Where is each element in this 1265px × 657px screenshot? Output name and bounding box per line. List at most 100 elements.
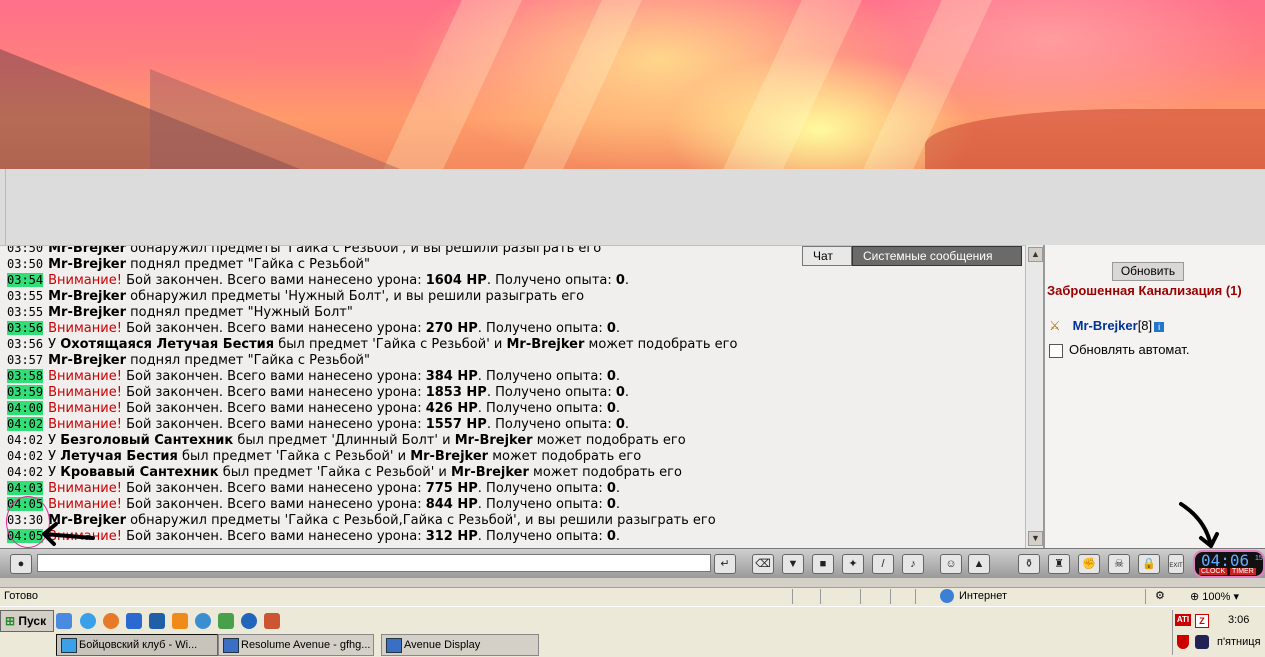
chat-timestamp[interactable]: 04:02 (7, 465, 43, 479)
chat-bold-text[interactable]: Mr-Brejker (451, 465, 529, 480)
status-separator (1145, 589, 1146, 604)
chat-bold-text[interactable]: Летучая Бестия (60, 449, 178, 464)
chat-input[interactable] (37, 554, 711, 572)
fight-icon[interactable]: ✊ (1078, 554, 1100, 574)
chat-bold-text[interactable]: 0 (607, 481, 616, 496)
banner-image (0, 0, 1265, 169)
chat-bold-text[interactable]: Mr-Brejker (48, 257, 126, 272)
chat-scrollbar[interactable]: ▲ ▼ (1025, 245, 1043, 548)
show-desktop-icon[interactable] (56, 613, 72, 629)
network-app-icon[interactable] (149, 613, 165, 629)
clear-icon[interactable]: ⌫ (752, 554, 774, 574)
chat-timestamp[interactable]: 03:57 (7, 353, 43, 367)
chat-bold-text[interactable]: Mr-Brejker (48, 289, 126, 304)
task-browser[interactable]: Бойцовский клуб - Wi... (56, 634, 218, 656)
chat-bold-text[interactable]: Mr-Brejker (48, 246, 126, 256)
smile-menu-icon[interactable]: ● (10, 554, 32, 574)
chat-bold-text[interactable]: 0 (616, 273, 625, 288)
player-nick[interactable]: Mr-Brejker (1073, 318, 1138, 333)
save-icon[interactable]: ■ (812, 554, 834, 574)
chat-bold-text: 312 HP (425, 529, 478, 544)
sound-icon[interactable]: ♪ (902, 554, 924, 574)
clock-tab[interactable]: CLOCK (1199, 568, 1228, 575)
exit-icon[interactable]: EXIT (1168, 554, 1184, 574)
chat-timestamp[interactable]: 03:50 (7, 257, 43, 271)
shield-tray-icon[interactable] (1177, 635, 1189, 649)
display-tray-icon[interactable] (1195, 635, 1209, 649)
chat-bold-text[interactable]: Безголовый Сантехник (60, 433, 233, 448)
chat-bold-text[interactable]: 0 (607, 369, 616, 384)
tab-system-messages[interactable]: Системные сообщения (852, 246, 1022, 266)
chat-bold-text[interactable]: 0 (616, 385, 625, 400)
chat-timestamp[interactable]: 03:50 (7, 246, 43, 255)
chat-bold-text[interactable]: Охотящаяся Летучая Бестия (60, 337, 274, 352)
security-icon[interactable]: ⚙ (1155, 589, 1165, 602)
ati-tray-icon[interactable]: ATI (1175, 614, 1191, 626)
chat-bold-text[interactable]: 0 (607, 497, 616, 512)
refresh-button[interactable]: Обновить (1112, 262, 1184, 281)
start-button[interactable]: ⊞ Пуск (0, 610, 54, 632)
chat-bold-text[interactable]: 0 (616, 417, 625, 432)
firefox-icon[interactable] (103, 613, 119, 629)
auto-refresh-checkbox[interactable] (1049, 343, 1063, 358)
timer-tab[interactable]: TIMER (1230, 568, 1256, 575)
chat-timestamp[interactable]: 03:58 (7, 369, 44, 383)
task-avenue-display[interactable]: Avenue Display (381, 634, 539, 656)
translit-icon[interactable]: / (872, 554, 894, 574)
filter-icon[interactable]: ▼ (782, 554, 804, 574)
auto-refresh[interactable]: Обновлять автомат. (1049, 342, 1189, 358)
chat-bold-text: 1557 HP (425, 417, 487, 432)
chat-timestamp[interactable]: 03:59 (7, 385, 44, 399)
lock-icon[interactable]: 🔒 (1138, 554, 1160, 574)
tab-chat[interactable]: Чат (802, 246, 852, 266)
inventory-icon[interactable]: ♜ (1048, 554, 1070, 574)
chat-timestamp[interactable]: 04:03 (7, 481, 44, 495)
chat-timestamp[interactable]: 04:00 (7, 401, 44, 415)
scroll-up-icon[interactable]: ▲ (1028, 247, 1043, 262)
vlc-icon[interactable] (172, 613, 188, 629)
chat-timestamp[interactable]: 03:56 (7, 321, 44, 335)
scroll-down-icon[interactable]: ▼ (1028, 531, 1043, 546)
bottle-icon[interactable]: ⚱ (1018, 554, 1040, 574)
chat-bold-text[interactable]: Mr-Brejker (455, 433, 533, 448)
screenshot-app-icon[interactable] (218, 613, 234, 629)
chat-timestamp[interactable]: 03:55 (7, 305, 43, 319)
chat-timestamp[interactable]: 03:56 (7, 337, 43, 351)
attack-icon[interactable]: ⚔ (1049, 318, 1061, 333)
chat-bold-text[interactable]: Кровавый Сантехник (60, 465, 218, 480)
task-resolume[interactable]: Resolume Avenue - gfhg... (218, 634, 374, 656)
clock-app-icon[interactable] (195, 613, 211, 629)
tray-day: п'ятниця (1217, 636, 1261, 648)
player-entry[interactable]: ⚔ Mr-Brejker[8] i (1049, 318, 1165, 334)
skull-icon[interactable]: ☠ (1108, 554, 1130, 574)
extra-app-icon[interactable] (264, 613, 280, 629)
clock-widget[interactable]: 04:06 15 CLOCK TIMER (1193, 550, 1265, 578)
helmet-icon[interactable]: ▲ (968, 554, 990, 574)
chat-bold-text[interactable]: Mr-Brejker (410, 449, 488, 464)
zoom-control[interactable]: ⊕ 100% ▾ (1190, 590, 1239, 603)
z-app-icon[interactable] (126, 613, 142, 629)
ie-icon[interactable] (80, 613, 96, 629)
info-icon[interactable]: i (1154, 322, 1165, 332)
smiley-icon[interactable]: ☺ (940, 554, 962, 574)
tray-time[interactable]: 3:06 (1228, 614, 1249, 626)
chat-line: 03:56 Внимание! Бой закончен. Всего вами … (7, 320, 620, 336)
z-tray-icon[interactable]: Z (1195, 614, 1209, 628)
chat-bold-text[interactable]: Mr-Brejker (507, 337, 585, 352)
chat-log[interactable]: 03:50 Mr-Brejker обнаружил предметы 'Гайк… (0, 245, 1025, 549)
chat-line: 03:56 У Охотящаяся Летучая Бестия был пре… (7, 336, 737, 352)
chat-bold-text[interactable]: 0 (607, 321, 616, 336)
chat-timestamp[interactable]: 04:02 (7, 433, 43, 447)
chat-bold-text[interactable]: Mr-Brejker (48, 305, 126, 320)
scroll-icon[interactable]: ✦ (842, 554, 864, 574)
chat-bold-text[interactable]: 0 (607, 401, 616, 416)
chat-bold-text[interactable]: Mr-Brejker (48, 353, 126, 368)
chat-timestamp[interactable]: 03:55 (7, 289, 43, 303)
chat-timestamp[interactable]: 04:02 (7, 417, 44, 431)
enter-icon[interactable]: ↵ (714, 554, 736, 574)
chat-bold-text[interactable]: 0 (607, 529, 616, 544)
media-player-icon[interactable] (241, 613, 257, 629)
chat-timestamp[interactable]: 04:02 (7, 449, 43, 463)
chat-warning: Внимание! (48, 385, 122, 400)
chat-timestamp[interactable]: 03:54 (7, 273, 44, 287)
